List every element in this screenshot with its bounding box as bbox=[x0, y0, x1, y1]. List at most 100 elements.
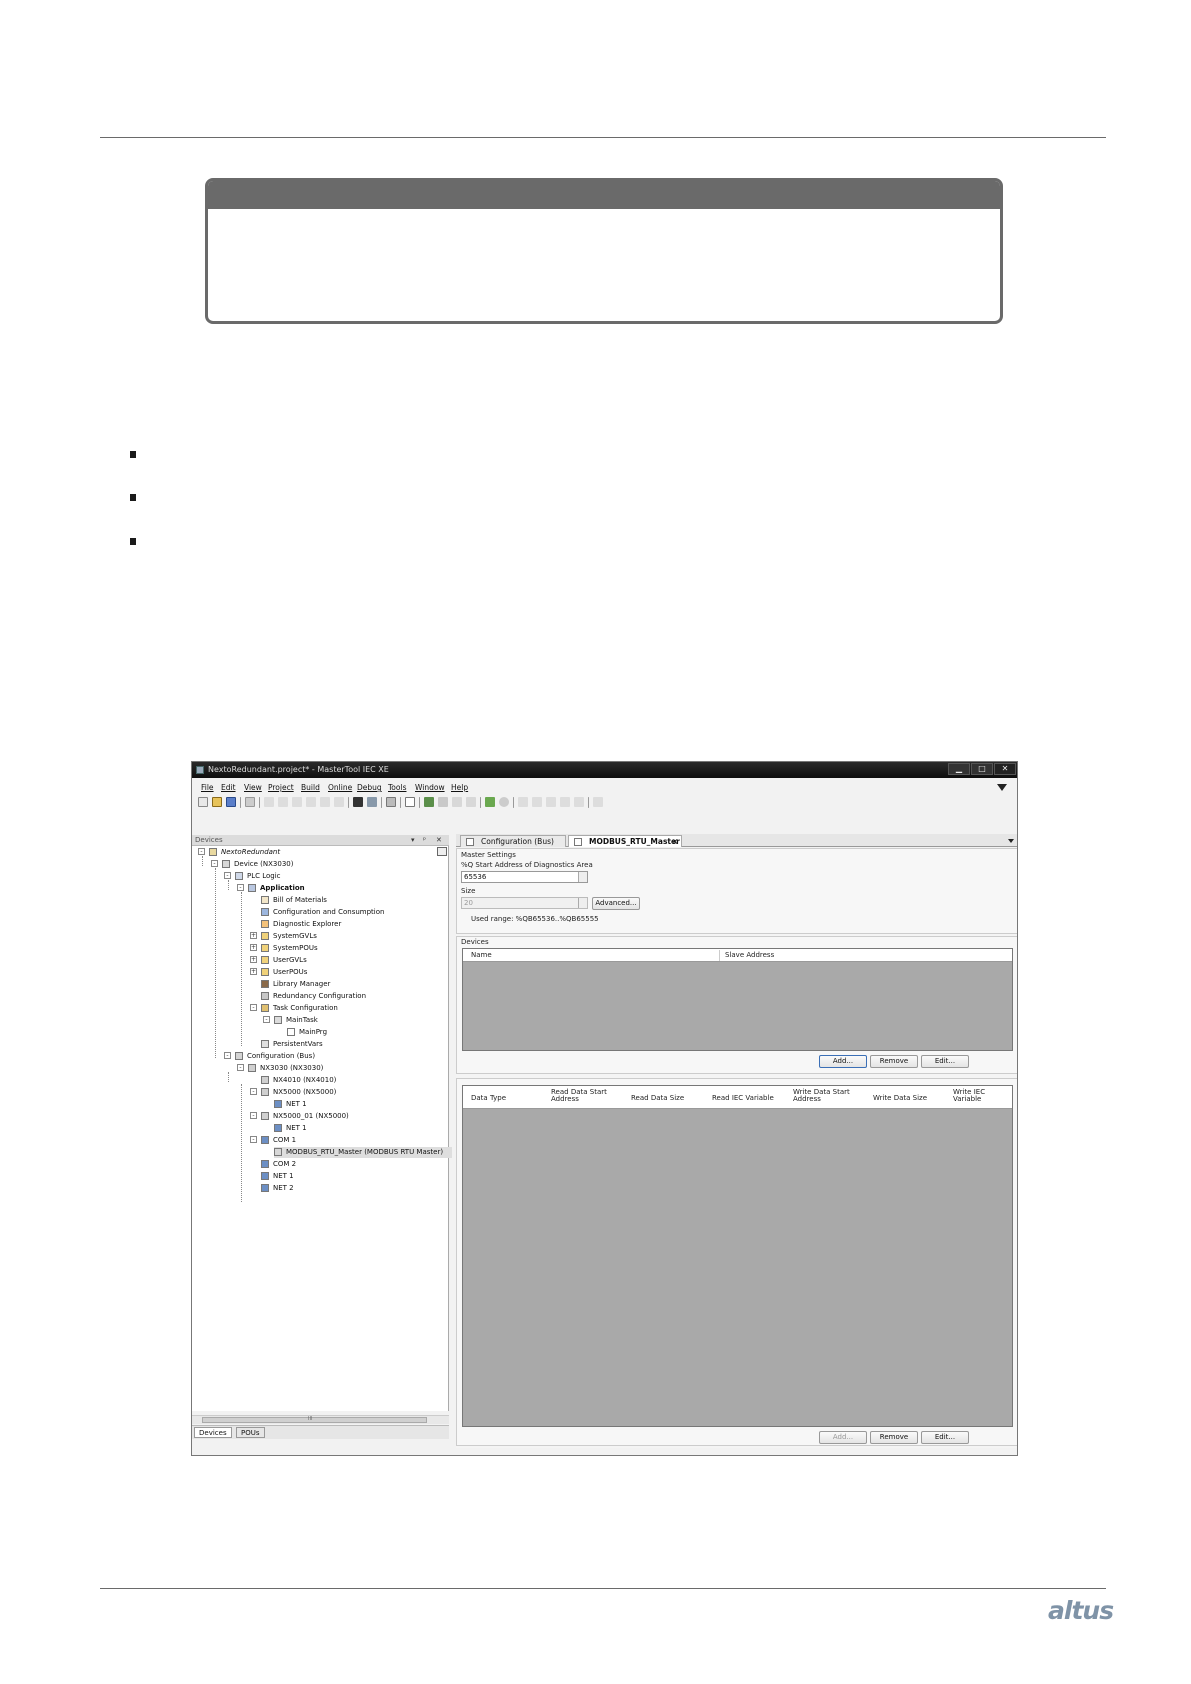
build-icon[interactable] bbox=[485, 797, 495, 807]
folder-icon bbox=[261, 932, 269, 940]
filter-icon[interactable] bbox=[997, 784, 1007, 791]
collapse-icon[interactable]: - bbox=[237, 1064, 244, 1071]
menu-build[interactable]: Build bbox=[301, 783, 320, 792]
application-icon bbox=[248, 884, 256, 892]
start-icon[interactable] bbox=[452, 797, 462, 807]
tab-pous[interactable]: POUs bbox=[236, 1427, 265, 1438]
panel-dropdown-icon[interactable]: ▾ bbox=[411, 836, 415, 844]
bus-configuration-icon bbox=[466, 838, 474, 846]
persistent-vars-icon bbox=[261, 1040, 269, 1048]
collapse-icon[interactable]: - bbox=[224, 872, 231, 879]
tree-dropdown-button[interactable] bbox=[437, 847, 447, 856]
print-icon[interactable] bbox=[245, 797, 255, 807]
advanced-button[interactable]: Advanced... bbox=[592, 897, 640, 910]
collapse-icon[interactable]: - bbox=[211, 860, 218, 867]
mappings-add-button[interactable]: Add... bbox=[819, 1431, 867, 1444]
size-spinner[interactable] bbox=[578, 898, 587, 908]
cut-icon[interactable] bbox=[292, 797, 302, 807]
column-data-type: Data Type bbox=[471, 1094, 507, 1102]
devices-edit-button[interactable]: Edit... bbox=[921, 1055, 969, 1068]
tab-modbus-rtu-master[interactable]: MODBUS_RTU_Master × bbox=[568, 835, 682, 847]
devices-add-button[interactable]: Add... bbox=[819, 1055, 867, 1068]
tree-node-label: Library Manager bbox=[273, 980, 331, 988]
menu-debug[interactable]: Debug bbox=[357, 783, 382, 792]
open-folder-icon[interactable] bbox=[212, 797, 222, 807]
redo-icon[interactable] bbox=[278, 797, 288, 807]
add-object-icon[interactable] bbox=[405, 797, 415, 807]
replace-icon[interactable] bbox=[367, 797, 377, 807]
program-icon bbox=[287, 1028, 295, 1036]
column-read-data-size: Read Data Size bbox=[631, 1094, 685, 1102]
save-icon[interactable] bbox=[226, 797, 236, 807]
panel-pin-icon[interactable]: ᵖ bbox=[423, 836, 426, 844]
tree-node-label: SystemPOUs bbox=[273, 944, 318, 952]
menu-help[interactable]: Help bbox=[451, 783, 468, 792]
redundancy-configuration-icon bbox=[261, 992, 269, 1000]
menu-view[interactable]: View bbox=[244, 783, 262, 792]
stop-icon[interactable] bbox=[466, 797, 476, 807]
tree-node-label: PLC Logic bbox=[247, 872, 281, 880]
expand-icon[interactable]: + bbox=[250, 932, 257, 939]
find-icon[interactable] bbox=[353, 797, 363, 807]
collapse-icon[interactable]: - bbox=[250, 1088, 257, 1095]
paste-icon[interactable] bbox=[320, 797, 330, 807]
menu-file[interactable]: File bbox=[201, 783, 214, 792]
run-to-cursor-icon[interactable] bbox=[560, 797, 570, 807]
tab-configuration-bus[interactable]: Configuration (Bus) bbox=[460, 835, 566, 847]
close-button[interactable]: ✕ bbox=[994, 763, 1016, 775]
collapse-icon[interactable]: - bbox=[263, 1016, 270, 1023]
diagnostics-address-spinner[interactable] bbox=[578, 872, 587, 882]
tab-label: Configuration (Bus) bbox=[481, 837, 554, 846]
menu-tools[interactable]: Tools bbox=[388, 783, 406, 792]
port-icon bbox=[274, 1124, 282, 1132]
new-file-icon[interactable] bbox=[198, 797, 208, 807]
devices-section: Devices Name Slave Address Add... Remove… bbox=[456, 936, 1017, 1074]
step-into-icon[interactable] bbox=[532, 797, 542, 807]
menu-edit[interactable]: Edit bbox=[221, 783, 236, 792]
delete-icon[interactable] bbox=[334, 797, 344, 807]
tab-devices[interactable]: Devices bbox=[194, 1427, 232, 1438]
devices-grid-header: Name Slave Address bbox=[463, 949, 1012, 962]
expand-icon[interactable]: + bbox=[250, 956, 257, 963]
menu-window[interactable]: Window bbox=[415, 783, 445, 792]
diagnostics-address-input[interactable]: 65536 bbox=[461, 871, 588, 883]
menu-project[interactable]: Project bbox=[268, 783, 294, 792]
minimize-button[interactable]: ▁ bbox=[948, 763, 970, 775]
step-out-icon[interactable] bbox=[546, 797, 556, 807]
login-icon[interactable] bbox=[424, 797, 434, 807]
collapse-icon[interactable]: - bbox=[250, 1136, 257, 1143]
logout-icon[interactable] bbox=[438, 797, 448, 807]
tab-list-dropdown-icon[interactable] bbox=[1008, 839, 1014, 843]
tree-horizontal-scrollbar[interactable]: III bbox=[192, 1415, 449, 1424]
close-tab-icon[interactable]: × bbox=[672, 836, 678, 847]
scroll-thumb[interactable]: III bbox=[202, 1416, 427, 1423]
step-over-icon[interactable] bbox=[518, 797, 528, 807]
mappings-remove-button[interactable]: Remove bbox=[870, 1431, 918, 1444]
select-all-icon[interactable] bbox=[386, 797, 396, 807]
toolbar-separator bbox=[419, 797, 420, 808]
tree-node-label: Configuration (Bus) bbox=[247, 1052, 316, 1060]
mappings-edit-button[interactable]: Edit... bbox=[921, 1431, 969, 1444]
breakpoint-icon[interactable] bbox=[574, 797, 584, 807]
panel-close-icon[interactable]: ✕ bbox=[436, 836, 442, 844]
maximize-button[interactable]: □ bbox=[971, 763, 993, 775]
write-values-icon[interactable] bbox=[593, 797, 603, 807]
undo-icon[interactable] bbox=[264, 797, 274, 807]
collapse-icon[interactable]: - bbox=[250, 1004, 257, 1011]
devices-remove-button[interactable]: Remove bbox=[870, 1055, 918, 1068]
collapse-icon[interactable]: - bbox=[224, 1052, 231, 1059]
expand-icon[interactable]: + bbox=[250, 944, 257, 951]
diagnostic-explorer-icon bbox=[261, 920, 269, 928]
collapse-icon[interactable]: - bbox=[237, 884, 244, 891]
toolbar-separator bbox=[400, 797, 401, 808]
collapse-icon[interactable]: - bbox=[198, 848, 205, 855]
expand-icon[interactable]: + bbox=[250, 968, 257, 975]
devices-panel-tabs: Devices POUs bbox=[192, 1425, 449, 1439]
mappings-section: Data Type Read Data Start Address Read D… bbox=[456, 1078, 1017, 1446]
tree-node[interactable]: MODBUS_RTU_Master (MODBUS RTU Master) bbox=[274, 1147, 452, 1158]
collapse-icon[interactable]: - bbox=[250, 1112, 257, 1119]
size-input[interactable]: 20 bbox=[461, 897, 588, 909]
copy-icon[interactable] bbox=[306, 797, 316, 807]
clock-icon[interactable] bbox=[499, 797, 509, 807]
menu-online[interactable]: Online bbox=[328, 783, 352, 792]
